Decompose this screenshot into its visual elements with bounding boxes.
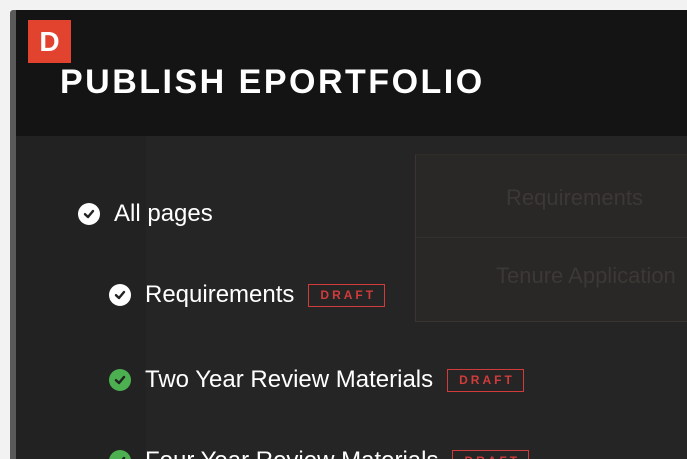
page-title: PUBLISH EPORTFOLIO [60, 63, 485, 101]
background-page-list: Requirements Tenure Application [415, 154, 687, 322]
divider [416, 237, 687, 238]
draft-status-badge: DRAFT [447, 368, 524, 392]
tree-item-label: Two Year Review Materials [145, 366, 434, 393]
tree-item-four-year-review[interactable]: Four Year Review Materials DRAFT [109, 447, 530, 459]
draft-status-badge: DRAFT [308, 283, 386, 307]
modal-window: D PUBLISH EPORTFOLIO Requirements Tenure… [10, 10, 687, 459]
modal-header: D PUBLISH EPORTFOLIO [16, 10, 687, 136]
background-item-tenure-application: Tenure Application [496, 263, 676, 288]
draft-status-badge: DRAFT [452, 449, 530, 459]
check-circle-icon[interactable] [109, 369, 131, 391]
check-circle-icon[interactable] [78, 203, 100, 225]
check-circle-icon[interactable] [109, 450, 131, 459]
modal-content: Requirements Tenure Application All page… [16, 136, 687, 459]
check-circle-icon[interactable] [109, 284, 131, 306]
brand-logo: D [28, 20, 71, 63]
tree-item-label: All pages [114, 200, 213, 227]
tree-item-two-year-review[interactable]: Two Year Review Materials DRAFT [109, 366, 524, 394]
tree-item-all-pages[interactable]: All pages [78, 200, 213, 228]
tree-item-label: Four Year Review Materials [145, 447, 438, 459]
tree-item-label: Requirements [145, 281, 295, 308]
background-item-requirements: Requirements [506, 185, 643, 210]
tree-item-requirements[interactable]: Requirements DRAFT [109, 281, 386, 309]
